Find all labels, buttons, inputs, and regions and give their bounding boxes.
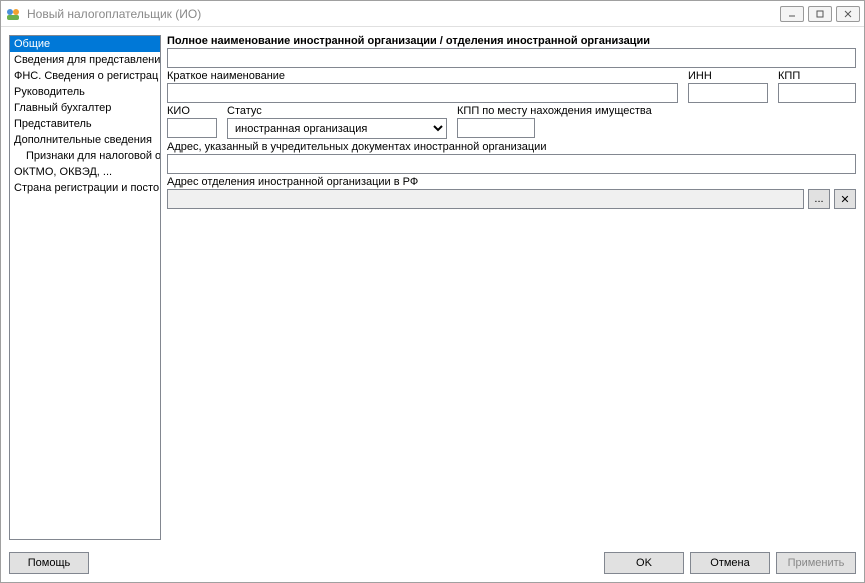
address-rf-label: Адрес отделения иностранной организации … (167, 176, 856, 188)
apply-button[interactable]: Применить (776, 552, 856, 574)
status-select[interactable]: иностранная организация (227, 118, 447, 139)
sidebar-item-director[interactable]: Руководитель (10, 84, 160, 100)
kpp-property-label: КПП по месту нахождения имущества (457, 105, 657, 117)
address-docs-input[interactable] (167, 154, 856, 174)
form-panel: Полное наименование иностранной организа… (167, 35, 856, 540)
close-button[interactable] (836, 6, 860, 22)
full-name-label: Полное наименование иностранной организа… (167, 35, 856, 47)
close-icon: ✕ (840, 193, 849, 206)
sidebar-item-accountant[interactable]: Главный бухгалтер (10, 100, 160, 116)
ok-button[interactable]: OK (604, 552, 684, 574)
dialog-window: Новый налогоплательщик (ИО) Общие Сведен… (0, 0, 865, 583)
sidebar-item-additional[interactable]: Дополнительные сведения (10, 132, 160, 148)
content-area: Общие Сведения для представлени ФНС. Све… (1, 27, 864, 548)
sidebar-item-country[interactable]: Страна регистрации и посто (10, 180, 160, 196)
window-title: Новый налогоплательщик (ИО) (27, 7, 780, 21)
footer: Помощь OK Отмена Применить (1, 548, 864, 582)
short-name-label: Краткое наименование (167, 70, 678, 82)
window-buttons (780, 6, 860, 22)
sidebar-item-general[interactable]: Общие (10, 36, 160, 52)
kpp-property-input[interactable] (457, 118, 535, 138)
maximize-button[interactable] (808, 6, 832, 22)
status-label: Статус (227, 105, 447, 117)
sidebar-item-representative[interactable]: Представитель (10, 116, 160, 132)
sidebar-item-tax-flags[interactable]: Признаки для налоговой о (10, 148, 160, 164)
kpp-input[interactable] (778, 83, 856, 103)
address-clear-button[interactable]: ✕ (834, 189, 856, 209)
sidebar-item-oktmo[interactable]: ОКТМО, ОКВЭД, ... (10, 164, 160, 180)
inn-input[interactable] (688, 83, 768, 103)
cancel-button[interactable]: Отмена (690, 552, 770, 574)
sidebar-item-fns[interactable]: ФНС. Сведения о регистрац (10, 68, 160, 84)
app-icon (5, 6, 21, 22)
kio-label: КИО (167, 105, 217, 117)
address-docs-label: Адрес, указанный в учредительных докумен… (167, 141, 856, 153)
kpp-label: КПП (778, 70, 856, 82)
short-name-input[interactable] (167, 83, 678, 103)
address-browse-button[interactable]: ... (808, 189, 830, 209)
full-name-input[interactable] (167, 48, 856, 68)
sidebar: Общие Сведения для представлени ФНС. Све… (9, 35, 161, 540)
kio-input[interactable] (167, 118, 217, 138)
help-button[interactable]: Помощь (9, 552, 89, 574)
titlebar: Новый налогоплательщик (ИО) (1, 1, 864, 27)
minimize-button[interactable] (780, 6, 804, 22)
address-rf-input[interactable] (167, 189, 804, 209)
inn-label: ИНН (688, 70, 768, 82)
sidebar-item-submission[interactable]: Сведения для представлени (10, 52, 160, 68)
